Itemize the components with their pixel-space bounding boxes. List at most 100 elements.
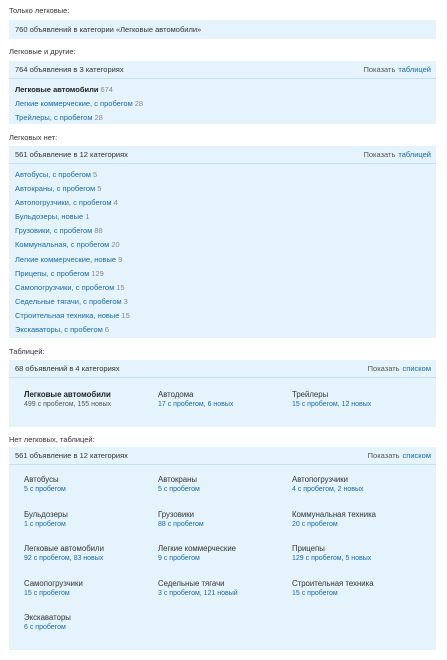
list-item: Автокраны, с пробегом 5 bbox=[15, 182, 430, 196]
show-label: Показать bbox=[367, 364, 400, 373]
category-subtitle[interactable]: 3 с пробегом, 121 новый bbox=[158, 589, 288, 599]
category-subtitle[interactable]: 5 с пробегом bbox=[158, 485, 288, 495]
category-link[interactable]: Грузовики, с пробегом bbox=[15, 226, 92, 235]
category-title: Экскаваторы bbox=[24, 613, 71, 622]
category-subtitle[interactable]: 1 с пробегом bbox=[24, 520, 154, 530]
category-cell[interactable]: Трейлеры 15 с пробегом, 12 новых bbox=[292, 389, 422, 410]
category-subtitle[interactable]: 17 с пробегом, 6 новых bbox=[158, 400, 288, 410]
category-subtitle[interactable]: 6 с пробегом bbox=[24, 623, 154, 633]
category-title: Автодома bbox=[158, 390, 194, 399]
category-cell[interactable]: Автодома 17 с пробегом, 6 новых bbox=[158, 389, 288, 410]
category-count: 15 bbox=[116, 282, 125, 292]
category-subtitle[interactable]: 15 с пробегом bbox=[24, 589, 154, 599]
category-count: 3 bbox=[123, 296, 128, 306]
list-item: Бульдозеры, новые 1 bbox=[15, 210, 430, 224]
category-cell[interactable]: Легковые автомобили 92 с пробегом, 83 нов… bbox=[24, 543, 154, 564]
show-toggle: Показать таблицей bbox=[363, 146, 431, 163]
show-as-list-link[interactable]: списком bbox=[403, 451, 431, 460]
category-title: Автокраны bbox=[158, 475, 197, 484]
category-cell[interactable]: Автокраны 5 с пробегом bbox=[158, 474, 288, 495]
category-link[interactable]: Экскаваторы, с пробегом bbox=[15, 325, 103, 334]
category-link[interactable]: Автобусы, с пробегом bbox=[15, 170, 91, 179]
category-link[interactable]: Самопогрузчики, с пробегом bbox=[15, 283, 114, 292]
section-label-no-cars-table: Нет легковых, таблицей: bbox=[9, 435, 95, 444]
category-subtitle[interactable]: 4 с пробегом, 2 новых bbox=[292, 485, 422, 495]
cars-and-others-list: Легковые автомобили 674 Легкие коммерчески… bbox=[9, 79, 436, 127]
category-cell[interactable]: Грузовики 88 с пробегом bbox=[158, 509, 288, 530]
category-title: Коммунальная техника bbox=[292, 509, 376, 519]
show-as-table-link[interactable]: таблицей bbox=[398, 150, 431, 159]
list-item: Строительная техника, новые 15 bbox=[15, 309, 430, 323]
table-box: 68 объявлений в 4 категориях Показать спи… bbox=[9, 360, 436, 427]
category-subtitle[interactable]: 5 с пробегом bbox=[24, 485, 154, 495]
no-cars-table-box: 561 объявление в 12 категориях Показать с… bbox=[9, 447, 436, 650]
category-cell[interactable]: Легковые автомобили 499 с пробегом, 155 н… bbox=[24, 389, 154, 410]
show-label: Показать bbox=[363, 65, 396, 74]
only-cars-summary: 760 объявлений в категории «Легковые авт… bbox=[15, 25, 202, 34]
category-cell[interactable]: Экскаваторы 6 с пробегом bbox=[24, 612, 154, 633]
category-count: 15 bbox=[121, 310, 130, 320]
category-link[interactable]: Автопогрузчики, с пробегом bbox=[15, 198, 112, 207]
category-cell[interactable]: Коммунальная техника 20 с пробегом bbox=[292, 509, 422, 530]
category-cell[interactable]: Автопогрузчики 4 с пробегом, 2 новых bbox=[292, 474, 422, 495]
no-cars-table-header: 561 объявление в 12 категориях Показать с… bbox=[9, 447, 436, 465]
category-subtitle[interactable]: 88 с пробегом bbox=[158, 520, 288, 530]
show-as-list-link[interactable]: списком bbox=[403, 364, 431, 373]
category-link[interactable]: Легкие коммерческие, новые bbox=[15, 255, 116, 264]
category-subtitle[interactable]: 9 с пробегом bbox=[158, 554, 288, 564]
category-link[interactable]: Легкие коммерческие, с пробегом bbox=[15, 99, 133, 108]
no-cars-box: 561 объявление в 12 категориях Показать т… bbox=[9, 146, 436, 338]
category-subtitle[interactable]: 15 с пробегом, 12 новых bbox=[292, 400, 422, 410]
table-header: 68 объявлений в 4 категориях Показать спи… bbox=[9, 360, 436, 378]
no-cars-summary: 561 объявление в 12 категориях bbox=[15, 150, 128, 159]
cars-and-others-header: 764 объявления в 3 категориях Показать та… bbox=[9, 61, 436, 79]
page: Только легковые: 760 объявлений в катего… bbox=[0, 0, 447, 660]
category-title: Самопогрузчики bbox=[24, 578, 83, 588]
category-title: Прицепы bbox=[292, 544, 325, 553]
category-cell[interactable]: Прицепы 129 с пробегом, 5 новых bbox=[292, 543, 422, 564]
category-link[interactable]: Прицепы, с пробегом bbox=[15, 269, 89, 278]
only-cars-header: 760 объявлений в категории «Легковые авт… bbox=[9, 20, 436, 39]
category-link[interactable]: Автокраны, с пробегом bbox=[15, 184, 95, 193]
list-item: Прицепы, с пробегом 129 bbox=[15, 267, 430, 281]
section-label-only-cars: Только легковые: bbox=[9, 6, 70, 15]
category-cell[interactable]: Автобусы 5 с пробегом bbox=[24, 474, 154, 495]
category-subtitle[interactable]: 20 с пробегом bbox=[292, 520, 422, 530]
category-cell[interactable]: Самопогрузчики 15 с пробегом bbox=[24, 578, 154, 599]
category-title: Легковые автомобили bbox=[24, 544, 104, 553]
category-subtitle[interactable]: 129 с пробегом, 5 новых bbox=[292, 554, 422, 564]
category-subtitle[interactable]: 499 с пробегом, 155 новых bbox=[24, 400, 154, 410]
category-link[interactable]: Коммунальная, с пробегом bbox=[15, 240, 109, 249]
category-subtitle[interactable]: 15 с пробегом bbox=[292, 589, 422, 599]
no-cars-header: 561 объявление в 12 категориях Показать т… bbox=[9, 146, 436, 164]
category-cell[interactable]: Седельные тягачи 3 с пробегом, 121 новый bbox=[158, 578, 288, 599]
category-link[interactable]: Седельные тягачи, с пробегом bbox=[15, 297, 122, 306]
category-link[interactable]: Трейлеры, с пробегом bbox=[15, 113, 93, 122]
category-title: Легковые автомобили bbox=[24, 390, 111, 399]
category-count: 129 bbox=[91, 268, 104, 278]
section-label-table: Таблицей: bbox=[9, 347, 45, 356]
list-item: Легковые автомобили 674 bbox=[15, 83, 430, 97]
show-as-table-link[interactable]: таблицей bbox=[398, 65, 431, 74]
category-cell[interactable]: Бульдозеры 1 с пробегом bbox=[24, 509, 154, 530]
category-link[interactable]: Легковые автомобили bbox=[15, 85, 98, 94]
category-link[interactable]: Бульдозеры, новые bbox=[15, 212, 83, 221]
list-item: Самопогрузчики, с пробегом 15 bbox=[15, 281, 430, 295]
list-item: Легкие коммерческие, с пробегом 28 bbox=[15, 97, 430, 111]
category-cell[interactable]: Легкие коммерческие 9 с пробегом bbox=[158, 543, 288, 564]
list-item: Экскаваторы, с пробегом 6 bbox=[15, 323, 430, 337]
list-item: Грузовики, с пробегом 88 bbox=[15, 224, 430, 238]
category-count: 28 bbox=[134, 99, 144, 109]
category-title: Бульдозеры bbox=[24, 509, 68, 519]
category-link[interactable]: Строительная техника, новые bbox=[15, 311, 119, 320]
cars-and-others-summary: 764 объявления в 3 категориях bbox=[15, 65, 124, 74]
category-title: Трейлеры bbox=[292, 390, 329, 399]
category-cell[interactable]: Строительная техника 15 с пробегом bbox=[292, 578, 422, 599]
show-toggle: Показать списком bbox=[368, 360, 431, 377]
category-count: 5 bbox=[97, 184, 102, 194]
section-label-no-cars: Легковых нет: bbox=[9, 133, 58, 142]
list-item: Автобусы, с пробегом 5 bbox=[15, 168, 430, 182]
list-item: Седельные тягачи, с пробегом 3 bbox=[15, 295, 430, 309]
category-subtitle[interactable]: 92 с пробегом, 83 новых bbox=[24, 554, 154, 564]
only-cars-box: 760 объявлений в категории «Легковые авт… bbox=[9, 20, 436, 39]
